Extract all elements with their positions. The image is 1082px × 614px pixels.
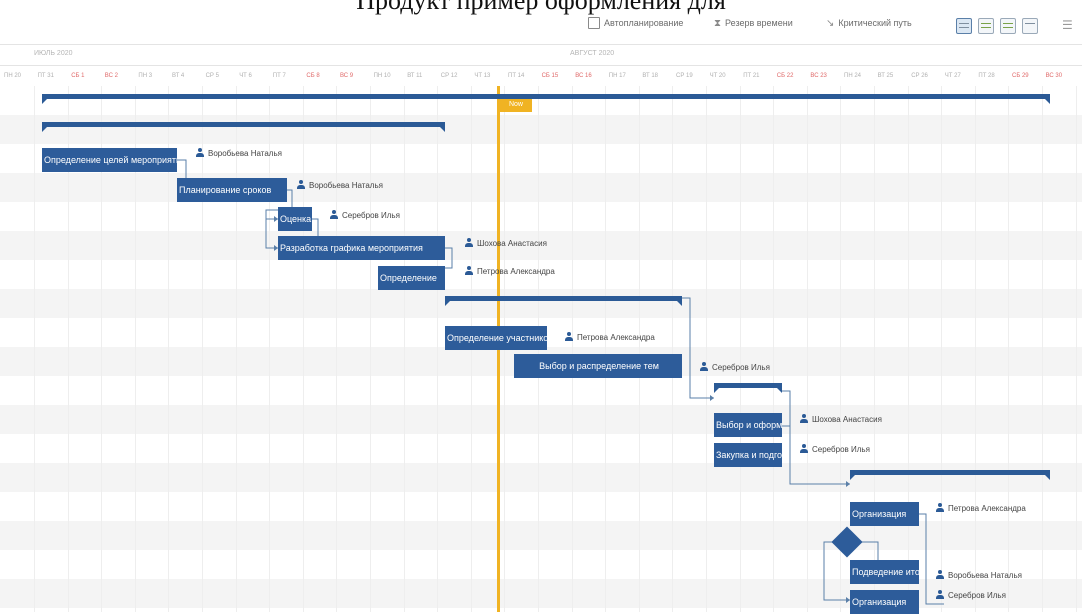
arrowhead	[846, 481, 850, 487]
phase-summary-bar[interactable]	[42, 122, 445, 132]
task-bar[interactable]: Организация	[850, 502, 919, 526]
resource-label: Петрова Александра	[936, 503, 1026, 513]
phase-summary-bar[interactable]	[445, 296, 682, 306]
person-icon	[800, 444, 808, 454]
person-icon	[800, 414, 808, 424]
arrowhead	[710, 395, 714, 401]
dependency-links	[177, 159, 944, 605]
resource-label: Серебров Илья	[800, 444, 870, 454]
person-icon	[700, 362, 708, 372]
resource-label: Петрова Александра	[565, 332, 655, 342]
resource-label: Шохова Анастасия	[800, 414, 882, 424]
resource-label: Серебров Илья	[936, 590, 1006, 600]
dependency-link	[445, 247, 453, 269]
person-icon	[196, 148, 204, 158]
resource-label: Воробьева Наталья	[297, 180, 383, 190]
resource-label: Воробьева Наталья	[936, 570, 1022, 580]
resource-label: Воробьева Наталья	[196, 148, 282, 158]
project-summary-bar[interactable]	[42, 94, 1050, 104]
task-bar[interactable]: Определение участников	[445, 326, 547, 350]
task-bar[interactable]: Определение	[378, 266, 445, 290]
resource-label: Серебров Илья	[330, 210, 400, 220]
task-bar[interactable]: Закупка и подготовка	[714, 443, 782, 467]
resource-label: Шохова Анастасия	[465, 238, 547, 248]
person-icon	[297, 180, 305, 190]
phase-summary-bar[interactable]	[850, 470, 1050, 480]
resource-label: Петрова Александра	[465, 266, 555, 276]
phase-summary-bar[interactable]	[714, 383, 782, 393]
dependency-link	[789, 426, 850, 485]
task-bar[interactable]: Оценка	[278, 207, 312, 231]
task-bar[interactable]: Выбор и распределение тем	[514, 354, 682, 378]
person-icon	[936, 570, 944, 580]
task-bar[interactable]: Подведение итогов	[850, 560, 919, 584]
person-icon	[936, 503, 944, 513]
task-bar[interactable]: Разработка графика мероприятия	[278, 236, 445, 260]
today-marker: Now	[500, 98, 532, 112]
resource-label: Серебров Илья	[700, 362, 770, 372]
task-bar[interactable]: Планирование сроков	[177, 178, 287, 202]
task-bar[interactable]: Определение целей мероприятия	[42, 148, 177, 172]
person-icon	[465, 266, 473, 276]
task-bar[interactable]: Организация	[850, 590, 919, 614]
task-bar[interactable]: Выбор и оформление	[714, 413, 782, 437]
dependency-link	[682, 297, 714, 399]
person-icon	[936, 590, 944, 600]
person-icon	[330, 210, 338, 220]
dependency-link	[265, 210, 278, 249]
person-icon	[565, 332, 573, 342]
person-icon	[465, 238, 473, 248]
